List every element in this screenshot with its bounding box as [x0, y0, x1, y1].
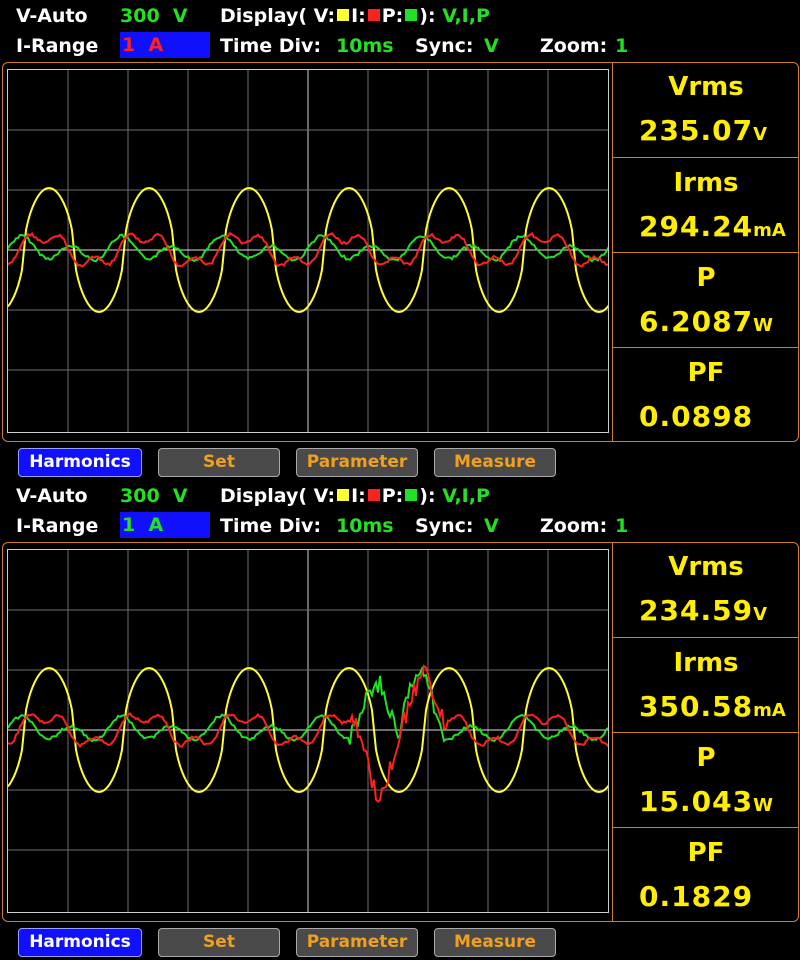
harmonics-button[interactable]: Harmonics	[18, 448, 142, 477]
voltage-range-value[interactable]: 300 V	[120, 484, 188, 508]
i-range-selector[interactable]: 1 A	[120, 32, 210, 58]
measurement-label: Vrms	[668, 72, 744, 102]
voltage-color-swatch	[337, 9, 350, 21]
waveform-scope	[7, 549, 609, 913]
measurement-pf: PF 0.0898	[612, 347, 798, 442]
measurement-vrms: Vrms 235.07V	[612, 62, 798, 157]
measurement-value: 0.1829	[639, 880, 754, 913]
range-mode-label: V-Auto	[16, 485, 88, 507]
i-range-label: I-Range	[16, 35, 99, 57]
set-button[interactable]: Set	[158, 448, 280, 477]
measurement-label: PF	[687, 838, 725, 868]
parameter-button[interactable]: Parameter	[296, 448, 418, 477]
measurement-value: 350.58mA	[639, 690, 786, 723]
measurement-power: P 6.2087W	[612, 252, 798, 347]
measurement-vrms: Vrms 234.59V	[612, 542, 798, 637]
set-button[interactable]: Set	[158, 928, 280, 957]
parameter-button[interactable]: Parameter	[296, 928, 418, 957]
analyzer-panel-1: V-Auto 300 V Display( V: I: P:): V,I,P I-R…	[0, 0, 800, 480]
sync-label: Sync:	[415, 515, 474, 537]
measurement-label: PF	[687, 358, 725, 388]
waveform-plot	[8, 550, 608, 912]
measurement-irms: Irms 350.58mA	[612, 637, 798, 732]
measurement-label: Vrms	[668, 552, 744, 582]
measurement-value: 15.043W	[639, 785, 773, 818]
waveform-scope	[7, 69, 609, 433]
current-color-swatch	[367, 9, 380, 21]
waveform-plot	[8, 70, 608, 432]
sync-value[interactable]: V	[484, 514, 499, 538]
zoom-value[interactable]: 1	[615, 34, 628, 58]
measurement-value: 235.07V	[639, 114, 767, 147]
voltage-range-value[interactable]: 300 V	[120, 4, 188, 28]
current-color-swatch	[367, 489, 380, 501]
zoom-value[interactable]: 1	[615, 514, 628, 538]
harmonics-button[interactable]: Harmonics	[18, 928, 142, 957]
power-color-swatch	[405, 489, 418, 501]
time-div-label: Time Div:	[220, 515, 322, 537]
analyzer-panel-2: V-Auto 300 V Display( V: I: P:): V,I,P I-R…	[0, 480, 800, 960]
time-div-value[interactable]: 10ms	[336, 514, 394, 538]
measurement-value: 294.24mA	[639, 210, 786, 243]
sync-value[interactable]: V	[484, 34, 499, 58]
measure-button[interactable]: Measure	[434, 448, 556, 477]
measurement-power: P 15.043W	[612, 732, 798, 827]
measurement-label: Irms	[673, 648, 739, 678]
range-mode-label: V-Auto	[16, 5, 88, 27]
time-div-label: Time Div:	[220, 35, 322, 57]
measurement-value: 234.59V	[639, 594, 767, 627]
measurement-label: Irms	[673, 168, 739, 198]
time-div-value[interactable]: 10ms	[336, 34, 394, 58]
measurement-value: 0.0898	[639, 400, 754, 433]
i-range-selector[interactable]: 1 A	[120, 512, 210, 538]
zoom-label: Zoom:	[540, 515, 608, 537]
i-range-label: I-Range	[16, 515, 99, 537]
measurement-pf: PF 0.1829	[612, 827, 798, 922]
measurement-label: P	[696, 743, 716, 773]
zoom-label: Zoom:	[540, 35, 608, 57]
display-channels[interactable]: Display( V: I: P:): V,I,P	[220, 484, 490, 508]
measurement-irms: Irms 294.24mA	[612, 157, 798, 252]
voltage-color-swatch	[337, 489, 350, 501]
display-channels[interactable]: Display( V: I: P:): V,I,P	[220, 4, 490, 28]
measurement-label: P	[696, 263, 716, 293]
measure-button[interactable]: Measure	[434, 928, 556, 957]
sync-label: Sync:	[415, 35, 474, 57]
power-color-swatch	[405, 9, 418, 21]
measurement-value: 6.2087W	[639, 305, 773, 338]
